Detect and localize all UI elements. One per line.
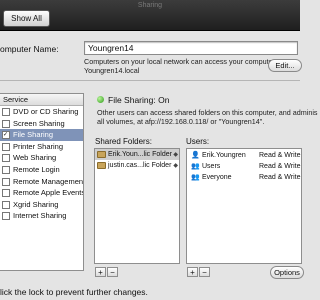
service-item[interactable]: Printer Sharing [0, 141, 83, 153]
shared-folders-list[interactable]: Erik.Youn...lic Folder ◆ justin.cas...lic … [94, 148, 180, 264]
lock-message: lick the lock to prevent further changes… [0, 287, 148, 297]
computer-address-local: Youngren14.local [84, 66, 140, 75]
remove-user-button[interactable]: − [199, 267, 210, 277]
service-item-label: Remote Management [13, 176, 84, 186]
user-name: Erik.Youngren [202, 152, 246, 159]
service-item[interactable]: DVD or CD Sharing [0, 106, 83, 118]
shared-folder-label: Erik.Youn...lic Folder [108, 151, 172, 158]
group-icon: 👥 [191, 163, 200, 170]
computer-name-field[interactable]: Youngren14 [84, 41, 298, 55]
computer-name-label: omputer Name: [0, 44, 59, 54]
checkbox-icon[interactable] [2, 189, 10, 198]
service-item[interactable]: Remote Login [0, 164, 83, 176]
service-item-label: Internet Sharing [13, 211, 67, 221]
group-icon: 👥 [191, 174, 200, 181]
computer-address-desc: Computers on your local network can acce… [84, 57, 285, 66]
section-divider [0, 80, 300, 81]
edit-button[interactable]: Edit... [268, 59, 302, 72]
checkbox-icon[interactable] [2, 108, 10, 117]
shared-folders-label: Shared Folders: [95, 137, 152, 146]
checkbox-icon[interactable]: ✓ [2, 131, 10, 140]
service-item[interactable]: Screen Sharing [0, 118, 83, 130]
user-item[interactable]: 👤 Erik.Youngren Read & Write [187, 150, 301, 161]
sharing-description-line1: Other users can access shared folders on… [97, 108, 318, 117]
checkbox-icon[interactable] [2, 165, 10, 174]
user-item[interactable]: 👥 Users Read & Write [187, 161, 301, 172]
user-permission[interactable]: Read & Write [259, 150, 301, 161]
service-item-label: Screen Sharing [13, 118, 65, 128]
user-permission[interactable]: Read & Write [259, 161, 301, 172]
service-column-header: Service [0, 94, 83, 106]
service-item-label: DVD or CD Sharing [13, 107, 79, 116]
service-item-label: Xgrid Sharing [13, 199, 59, 209]
add-folder-button[interactable]: + [95, 267, 106, 277]
person-icon: 👤 [191, 152, 200, 159]
user-permission[interactable]: Read & Write [259, 172, 301, 183]
service-item[interactable]: ✓ File Sharing [0, 129, 83, 141]
service-item-label: Remote Login [13, 164, 60, 174]
service-item-label: Remote Apple Events [13, 188, 84, 198]
options-button[interactable]: Options [270, 266, 304, 279]
window-title: Sharing [137, 2, 163, 9]
service-item[interactable]: Web Sharing [0, 152, 83, 164]
add-user-button[interactable]: + [187, 267, 198, 277]
checkbox-icon[interactable] [2, 200, 10, 209]
file-sharing-status: File Sharing: On [108, 95, 170, 105]
stepper-icon[interactable]: ◆ [173, 161, 178, 172]
service-item[interactable]: Internet Sharing [0, 210, 83, 222]
user-name: Users [202, 163, 221, 170]
service-item-label: File Sharing [13, 130, 54, 140]
shared-folder-label: justin.cas...lic Folder [108, 162, 172, 169]
service-item-label: Web Sharing [13, 153, 57, 163]
folder-icon [97, 150, 106, 158]
status-indicator-icon [97, 96, 104, 103]
service-item[interactable]: Remote Apple Events [0, 187, 83, 199]
checkbox-icon[interactable] [2, 142, 10, 151]
users-list[interactable]: 👤 Erik.Youngren Read & Write 👥 Users Read & W… [186, 148, 302, 264]
sharing-description-line2: all volumes, at afp://192.168.0.118/ or … [97, 117, 265, 126]
user-name: Everyone [202, 174, 232, 181]
service-item[interactable]: Xgrid Sharing [0, 199, 83, 211]
checkbox-icon[interactable] [2, 177, 10, 186]
checkbox-icon[interactable] [2, 119, 10, 128]
remove-folder-button[interactable]: − [107, 267, 118, 277]
service-list[interactable]: Service DVD or CD Sharing Screen Sharing ✓… [0, 93, 84, 271]
shared-folder-item[interactable]: Erik.Youn...lic Folder ◆ [95, 149, 179, 160]
service-item-label: Printer Sharing [13, 141, 64, 151]
shared-folder-item[interactable]: justin.cas...lic Folder ◆ [95, 160, 179, 171]
folder-icon [97, 161, 106, 169]
checkbox-icon[interactable] [2, 154, 10, 163]
user-item[interactable]: 👥 Everyone Read & Write [187, 172, 301, 183]
show-all-button[interactable]: Show All [3, 10, 50, 27]
service-item[interactable]: Remote Management [0, 176, 83, 188]
users-label: Users: [186, 137, 210, 146]
checkbox-icon[interactable] [2, 212, 10, 221]
